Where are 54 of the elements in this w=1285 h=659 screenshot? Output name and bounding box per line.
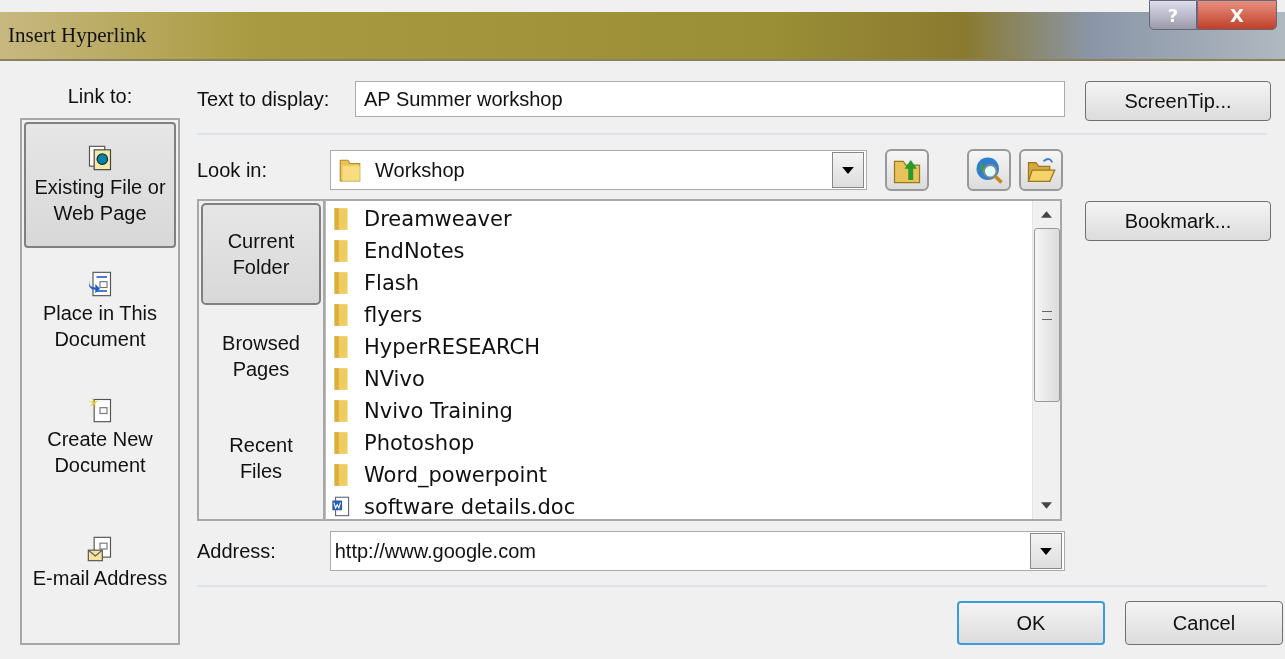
screentip-button[interactable]: ScreenTip... — [1085, 81, 1271, 121]
envelope-document-icon — [86, 535, 114, 563]
scroll-down-icon — [1041, 502, 1052, 509]
file-item[interactable]: Photoshop — [326, 427, 1032, 459]
file-item[interactable]: HyperRESEARCH — [326, 331, 1032, 363]
bookmark-button[interactable]: Bookmark... — [1085, 201, 1271, 241]
folder-icon — [337, 157, 363, 183]
folder-icon — [332, 462, 350, 488]
look-in-label: Look in: — [197, 158, 269, 182]
scroll-up-icon — [1041, 211, 1052, 218]
window-title: Insert Hyperlink — [7, 23, 147, 48]
address-label: Address: — [197, 539, 277, 563]
browse-web-button[interactable] — [967, 149, 1011, 191]
folder-icon — [332, 206, 350, 232]
folder-icon — [332, 430, 350, 456]
folder-icon — [332, 270, 350, 296]
up-folder-button[interactable] — [885, 149, 929, 191]
link-type-item[interactable]: Place in This Document — [24, 248, 176, 374]
places-item[interactable]: Recent Files — [201, 407, 321, 509]
folder-icon — [332, 302, 350, 328]
text-to-display-field[interactable]: AP Summer workshop — [355, 81, 1065, 117]
folder-icon — [332, 366, 350, 392]
folder-icon — [332, 398, 350, 424]
file-item[interactable]: NVivo — [326, 363, 1032, 395]
open-folder-icon — [1026, 155, 1056, 185]
new-document-icon — [86, 396, 114, 424]
dropdown-arrow-icon — [1040, 547, 1052, 555]
document-arrow-icon — [86, 270, 114, 298]
globe-document-icon — [86, 144, 114, 172]
link-to-label: Link to: — [67, 85, 133, 108]
scrollbar[interactable] — [1032, 201, 1060, 519]
folder-icon — [332, 334, 350, 360]
file-item[interactable]: EndNotes — [326, 235, 1032, 267]
text-to-display-label: Text to display: — [197, 87, 331, 111]
link-type-item[interactable]: Create New Document — [24, 374, 176, 500]
cancel-button[interactable]: Cancel — [1125, 601, 1283, 645]
file-item[interactable]: Nvivo Training — [326, 395, 1032, 427]
look-in-dropdown[interactable]: Workshop — [330, 150, 867, 190]
places-item[interactable]: Browsed Pages — [201, 305, 321, 407]
link-type-item[interactable]: Existing File or Web Page — [24, 122, 176, 248]
close-button[interactable]: X — [1197, 0, 1277, 30]
places-item[interactable]: Current Folder — [201, 203, 321, 305]
file-item[interactable]: Flash — [326, 267, 1032, 299]
ok-button[interactable]: OK — [957, 601, 1105, 645]
file-item[interactable]: Word_powerpoint — [326, 459, 1032, 491]
browse-file-button[interactable] — [1019, 149, 1063, 191]
link-type-item[interactable]: E-mail Address — [24, 500, 176, 626]
dropdown-arrow-icon — [842, 166, 854, 174]
file-item[interactable]: Dreamweaver — [326, 203, 1032, 235]
address-dropdown[interactable]: http://www.google.com — [329, 531, 1065, 571]
file-item[interactable]: flyers — [326, 299, 1032, 331]
file-item[interactable]: software details.doc — [326, 491, 1032, 523]
folder-icon — [332, 238, 350, 264]
globe-magnifier-icon — [974, 155, 1004, 185]
